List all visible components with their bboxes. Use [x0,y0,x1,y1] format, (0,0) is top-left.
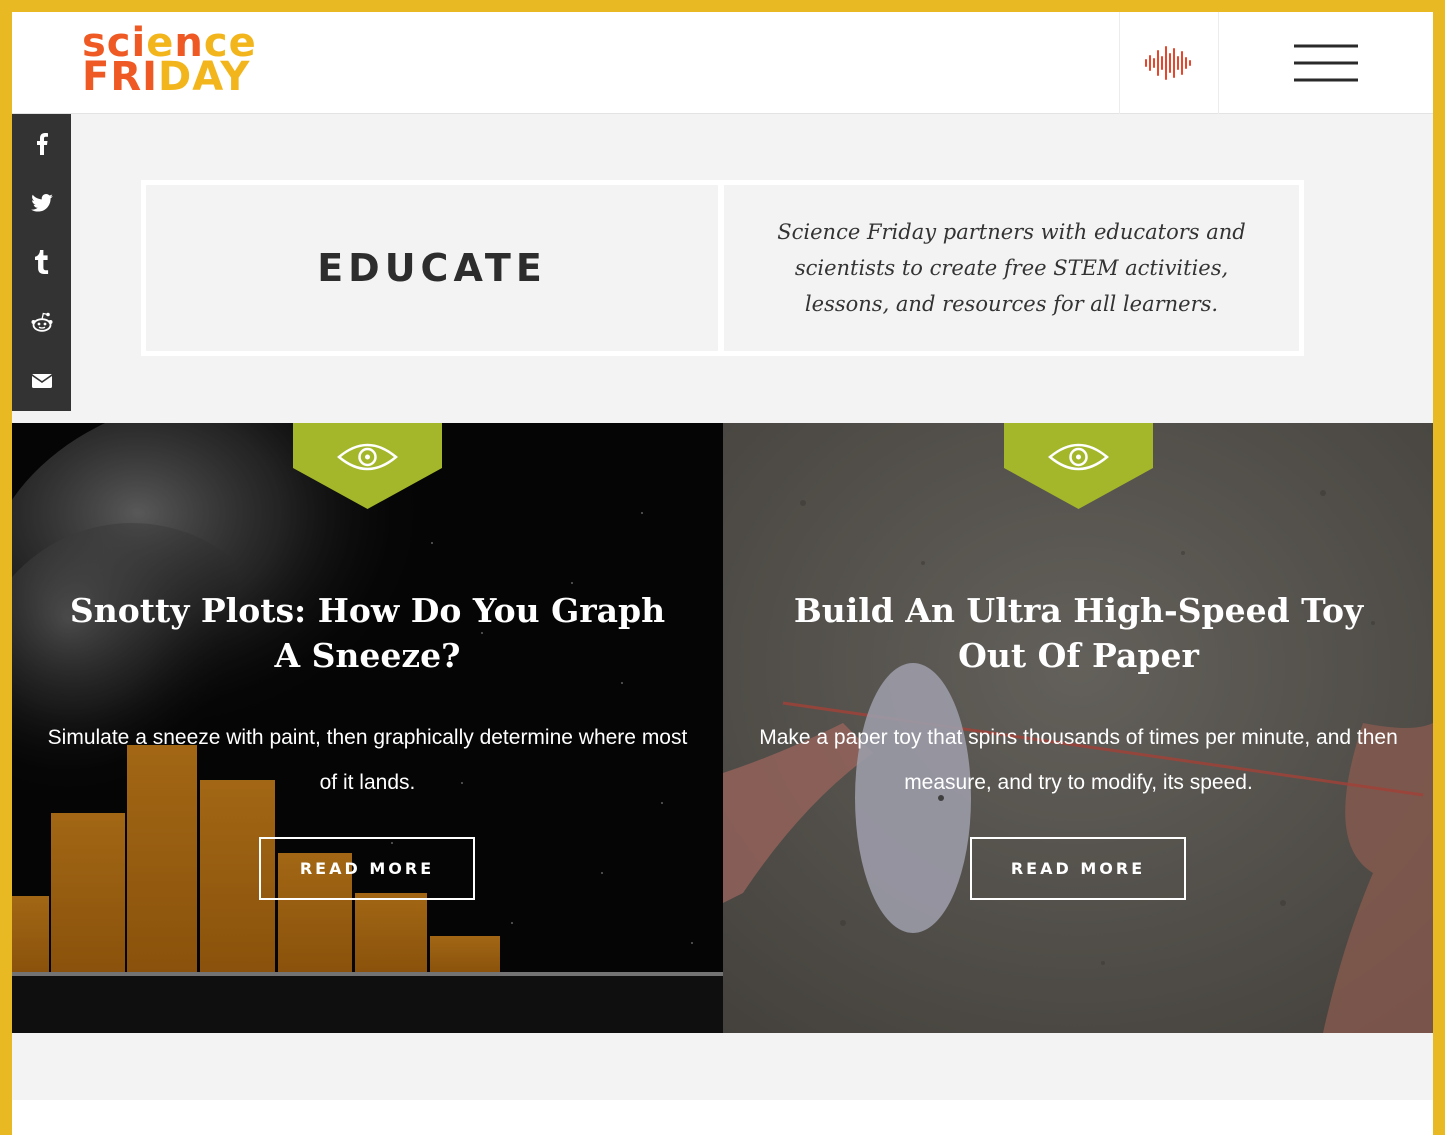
tumblr-share-button[interactable] [12,233,71,292]
science-friday-logo[interactable]: science FRIDAY [82,23,257,100]
email-share-button[interactable] [12,352,71,411]
educate-heading-panel: EDUCATE [146,185,718,351]
social-share-bar [12,114,71,411]
intro-text: Science Friday partners with educators a… [777,220,1246,316]
card-description: Simulate a sneeze with paint, then graph… [47,726,688,794]
educate-intro: EDUCATE Science Friday partners with edu… [141,180,1304,356]
card-badge [293,423,442,509]
audio-waveform-icon [1145,46,1191,80]
facebook-share-button[interactable] [12,114,71,173]
facebook-icon [36,132,48,155]
site-header: science FRIDAY [12,12,1433,114]
next-section-edge [12,1100,1433,1135]
page-title: EDUCATE [317,246,547,290]
tumblr-icon [34,250,48,275]
educate-description-panel: Science Friday partners with educators a… [724,185,1299,351]
activity-card-snotty-plots[interactable]: Snotty Plots: How Do You Graph A Sneeze?… [12,423,723,1033]
twitter-share-button[interactable] [12,173,71,232]
read-more-button[interactable]: READ MORE [970,837,1186,900]
twitter-icon [30,194,53,212]
card-title[interactable]: Build An Ultra High-Speed Toy Out Of Pap… [763,588,1394,678]
audio-player-button[interactable] [1119,12,1219,114]
activity-card-paper-toy[interactable]: Build An Ultra High-Speed Toy Out Of Pap… [723,423,1433,1033]
email-icon [31,374,52,389]
card-description: Make a paper toy that spins thousands of… [759,726,1398,794]
card-title[interactable]: Snotty Plots: How Do You Graph A Sneeze? [52,588,683,678]
menu-button[interactable] [1219,12,1433,114]
page-frame: science FRIDAY EDUCATE Science Friday pa… [12,12,1433,1135]
logo-line-2: FRIDAY [82,54,251,100]
card-badge [1004,423,1153,509]
read-more-button[interactable]: READ MORE [259,837,475,900]
hamburger-menu-icon [1294,44,1358,82]
reddit-icon [31,312,52,332]
reddit-share-button[interactable] [12,292,71,351]
